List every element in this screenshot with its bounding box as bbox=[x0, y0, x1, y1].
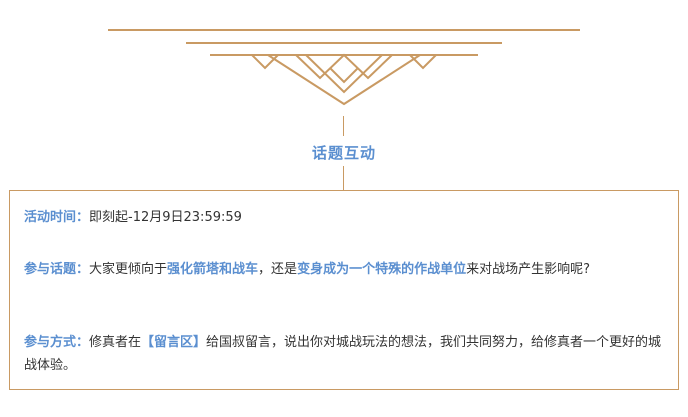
topic-paragraph: 参与话题：大家更倾向于强化箭塔和战车，还是变身成为一个特殊的作战单位来对战场产生… bbox=[24, 258, 664, 281]
topic-highlight-2: 变身成为一个特殊的作战单位 bbox=[297, 262, 467, 277]
section-title: 话题互动 bbox=[311, 144, 376, 162]
method-paragraph: 参与方式：修真者在【留言区】给国叔留言，说出你对城战玩法的想法，我们共同努力，给… bbox=[24, 331, 664, 377]
activity-time-value: 即刻起-12月9日23:59:59 bbox=[89, 210, 242, 225]
topic-label: 参与话题： bbox=[24, 262, 90, 277]
topic-text-before: 大家更倾向于 bbox=[89, 262, 168, 277]
activity-time-label: 活动时间： bbox=[24, 210, 90, 225]
method-text-before: 修真者在 bbox=[89, 335, 142, 350]
art-deco-ornament bbox=[108, 29, 580, 106]
topic-highlight-1: 强化箭塔和战车 bbox=[167, 262, 259, 277]
connector-line-bottom bbox=[343, 166, 344, 190]
activity-time-paragraph: 活动时间：即刻起-12月9日23:59:59 bbox=[24, 206, 664, 229]
comment-area-link[interactable]: 【留言区】 bbox=[141, 335, 206, 350]
method-label: 参与方式： bbox=[24, 335, 90, 350]
connector-line-top bbox=[343, 116, 344, 136]
topic-text-middle: ，还是 bbox=[258, 262, 298, 277]
topic-text-after: 来对战场产生影响呢? bbox=[466, 262, 590, 277]
